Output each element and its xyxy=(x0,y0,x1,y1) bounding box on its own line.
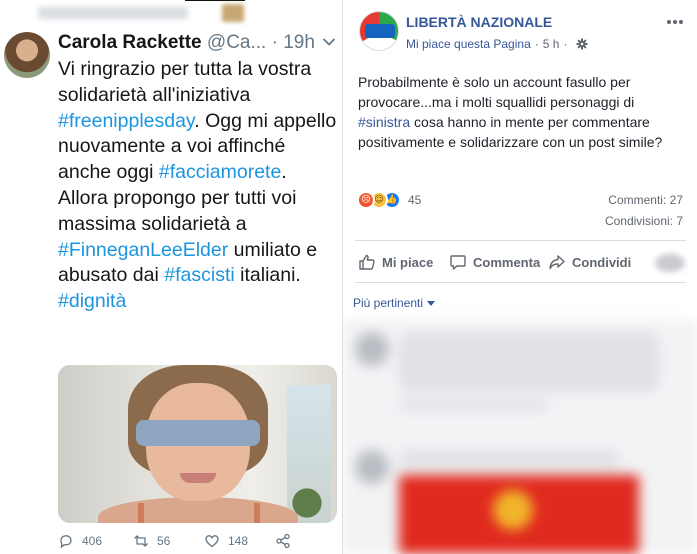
hashtag-link[interactable]: #FinneganLeeElder xyxy=(58,239,228,261)
blurred-comment xyxy=(399,332,659,392)
blurred-context-text xyxy=(38,7,188,19)
comment-label: Commenta xyxy=(473,254,541,270)
hashtag-link[interactable]: #freenipplesday xyxy=(58,110,194,132)
separator: · xyxy=(534,37,539,51)
retweet-icon xyxy=(134,535,148,547)
author-name[interactable]: Carola Rackette xyxy=(58,32,202,53)
blurred-avatar xyxy=(655,254,685,272)
retweet-button[interactable]: 56 xyxy=(133,531,170,551)
logo-banner xyxy=(365,24,395,38)
more-options-icon[interactable] xyxy=(665,16,685,28)
post-actions: Mi piace Commenta Condividi xyxy=(355,248,686,276)
gear-icon[interactable] xyxy=(576,38,588,50)
heart-icon xyxy=(205,535,219,548)
photo-strap xyxy=(138,503,144,523)
author-handle[interactable]: @Ca... xyxy=(207,32,266,53)
divider xyxy=(355,282,686,283)
photo-smile xyxy=(180,473,216,483)
divider xyxy=(185,0,245,1)
share-icon xyxy=(276,533,290,549)
hashtag-link[interactable]: #sinistra xyxy=(358,114,410,130)
like-count: 148 xyxy=(228,534,249,548)
comment-icon xyxy=(450,255,466,270)
reactions-summary[interactable]: ☹ ☺ 👍 45 xyxy=(357,190,421,210)
reply-button[interactable]: 406 xyxy=(58,531,102,551)
hashtag-link[interactable]: #facciamorete xyxy=(159,161,281,183)
reply-count: 406 xyxy=(82,534,103,548)
tweet-card: Carola Rackette @Ca... · 19h Vi ringrazi… xyxy=(0,0,342,554)
facebook-post: LIBERTÀ NAZIONALE Mi piace questa Pagina… xyxy=(342,0,697,554)
photo-strap xyxy=(254,503,260,523)
avatar[interactable] xyxy=(4,32,50,78)
hashtag-link[interactable]: #dignità xyxy=(58,290,126,312)
post-timestamp[interactable]: 5 h xyxy=(543,37,560,51)
blurred-comment xyxy=(399,450,619,468)
blurred-avatar xyxy=(355,332,389,366)
tweet-timestamp[interactable]: 19h xyxy=(283,32,315,53)
like-button[interactable]: 148 xyxy=(204,531,248,551)
shares-count[interactable]: Condivisioni: 7 xyxy=(605,214,683,228)
comment-sort-dropdown[interactable]: Più pertinenti xyxy=(353,296,436,310)
tweet-text-segment: Vi ringrazio per tutta la vostra solidar… xyxy=(58,58,312,106)
like-button[interactable]: Mi piace xyxy=(358,248,433,276)
tweet-photo[interactable] xyxy=(58,365,337,523)
tweet-header: Carola Rackette @Ca... · 19h xyxy=(58,32,315,56)
chevron-down-icon[interactable] xyxy=(322,35,336,49)
reply-icon xyxy=(60,535,72,549)
blurred-comment-meta xyxy=(399,400,549,410)
separator: · xyxy=(271,32,278,53)
divider xyxy=(355,240,686,241)
tweet-text-segment: italiani. xyxy=(234,264,301,287)
blurred-avatar xyxy=(355,450,389,484)
separator: · xyxy=(563,37,568,51)
like-label: Mi piace xyxy=(382,254,434,270)
retweet-count: 56 xyxy=(157,534,171,548)
tweet-context-bar xyxy=(0,0,342,26)
share-arrow-icon xyxy=(549,255,565,270)
tweet-text: Vi ringrazio per tutta la vostra solidar… xyxy=(58,57,340,315)
page-name[interactable]: LIBERTÀ NAZIONALE xyxy=(406,14,552,30)
share-button[interactable] xyxy=(275,531,299,551)
photo-blindfold xyxy=(136,420,260,446)
post-meta: Mi piace questa Pagina · 5 h · xyxy=(406,37,588,51)
share-label: Condividi xyxy=(572,254,632,270)
blurred-emoji xyxy=(493,490,533,530)
share-button[interactable]: Condividi xyxy=(548,248,631,276)
thumbs-up-icon xyxy=(359,254,375,270)
comment-button[interactable]: Commenta xyxy=(449,248,540,276)
post-text: Probabilmente è solo un account fasullo … xyxy=(358,72,683,152)
reactions-count: 45 xyxy=(408,193,422,207)
like-page-link[interactable]: Mi piace questa Pagina xyxy=(406,37,531,51)
blurred-badge xyxy=(222,4,244,22)
page-logo[interactable] xyxy=(359,11,399,51)
blurred-comments xyxy=(343,320,697,554)
post-text-segment: Probabilmente è solo un account fasullo … xyxy=(358,74,635,110)
hashtag-link[interactable]: #fascisti xyxy=(164,264,234,286)
angry-icon: ☹ xyxy=(357,191,375,209)
sort-label: Più pertinenti xyxy=(353,296,424,310)
comments-count[interactable]: Commenti: 27 xyxy=(608,193,683,207)
tweet-actions: 406 56 148 xyxy=(58,531,342,551)
caret-down-icon xyxy=(427,300,436,306)
